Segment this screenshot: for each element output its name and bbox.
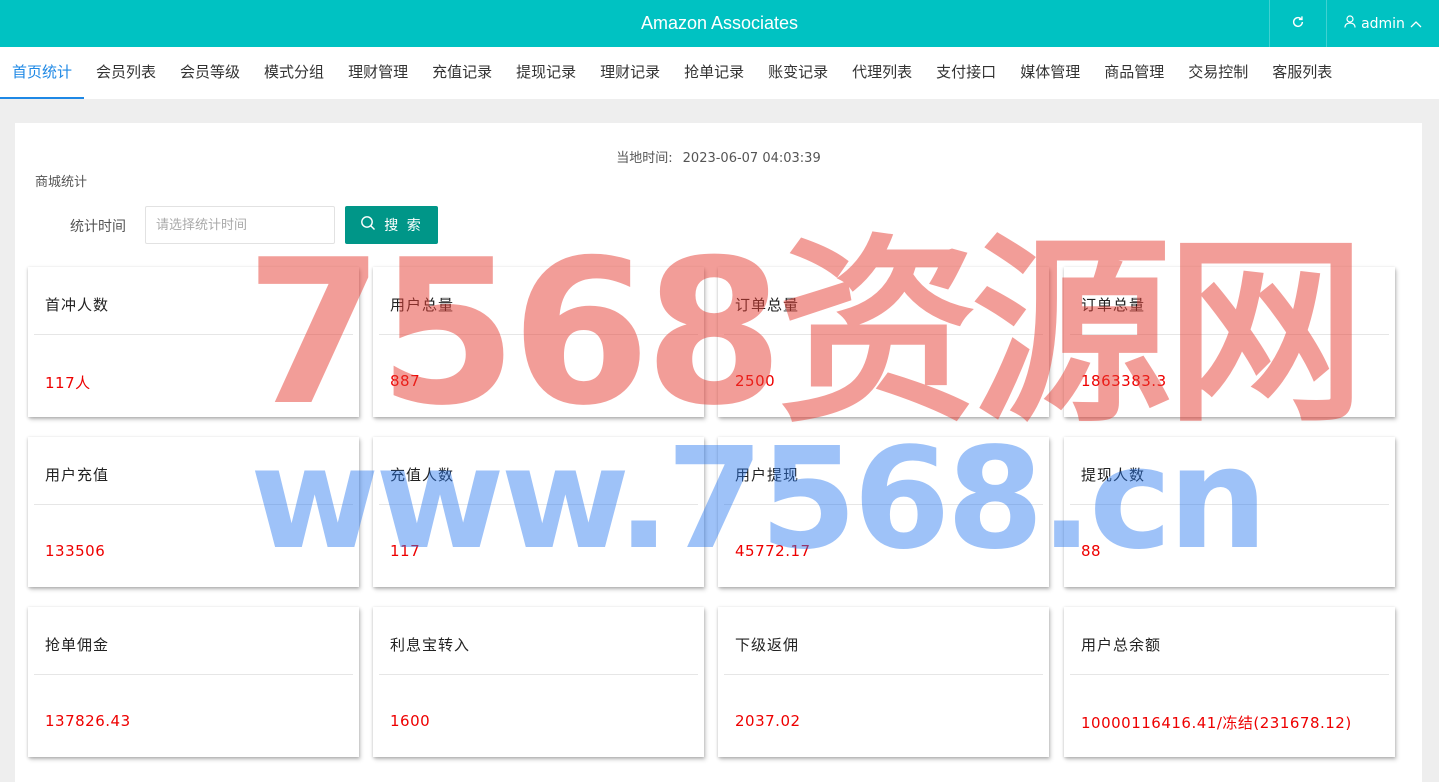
- main-nav: 首页统计 会员列表 会员等级 模式分组 理财管理 充值记录 提现记录 理财记录 抢单记录 账变记录…: [0, 47, 1439, 99]
- filter-label: 统计时间: [70, 219, 126, 235]
- search-icon: [360, 215, 376, 235]
- stat-card-value: 133506: [45, 542, 106, 560]
- nav-tab[interactable]: 会员列表: [84, 47, 168, 99]
- stat-card-divider: [1070, 674, 1389, 675]
- stat-card-value: 1600: [390, 712, 431, 730]
- nav-tab[interactable]: 商品管理: [1092, 47, 1176, 99]
- nav-tab[interactable]: 支付接口: [924, 47, 1008, 99]
- date-range-input[interactable]: [145, 206, 335, 244]
- local-time-value: 2023-06-07 04:03:39: [682, 151, 821, 166]
- stat-card-title: 用户提现: [735, 466, 800, 484]
- stat-card-value: 45772.17: [735, 542, 811, 560]
- stat-card-divider: [379, 504, 698, 505]
- stat-card-divider: [34, 674, 353, 675]
- chevron-up-icon: [1410, 16, 1422, 32]
- stat-card: 订单总量 1863383.3: [1064, 267, 1395, 417]
- nav-tab[interactable]: 理财管理: [336, 47, 420, 99]
- nav-tab[interactable]: 充值记录: [420, 47, 504, 99]
- section-title: 商城统计: [35, 175, 88, 190]
- user-menu[interactable]: admin: [1326, 0, 1439, 47]
- nav-tab[interactable]: 抢单记录: [672, 47, 756, 99]
- stat-card-title: 订单总量: [735, 296, 800, 314]
- stat-card: 用户总量 887: [373, 267, 704, 417]
- nav-tabs: 首页统计 会员列表 会员等级 模式分组 理财管理 充值记录 提现记录 理财记录 抢单记录 账变记录…: [0, 47, 1439, 99]
- nav-tab[interactable]: 媒体管理: [1008, 47, 1092, 99]
- stat-card: 抢单佣金 137826.43: [28, 607, 359, 757]
- stat-card: 订单总量 2500: [718, 267, 1049, 417]
- stat-card-value: 2037.02: [735, 712, 801, 730]
- user-name: admin: [1361, 15, 1405, 32]
- refresh-button[interactable]: [1269, 0, 1326, 47]
- stat-card-divider: [724, 504, 1043, 505]
- stat-card-title: 充值人数: [390, 466, 455, 484]
- user-icon: [1344, 15, 1356, 32]
- stat-card: 利息宝转入 1600: [373, 607, 704, 757]
- local-time-label: 当地时间:: [616, 151, 673, 166]
- stat-card-divider: [379, 674, 698, 675]
- nav-tab[interactable]: 交易控制: [1176, 47, 1260, 99]
- stat-card-divider: [379, 334, 698, 335]
- stat-card-divider: [34, 504, 353, 505]
- nav-tab[interactable]: 客服列表: [1260, 47, 1344, 99]
- top-header: Amazon Associates admin: [0, 0, 1439, 47]
- stat-card: 用户提现 45772.17: [718, 437, 1049, 587]
- local-time: 当地时间: 2023-06-07 04:03:39: [0, 147, 1437, 166]
- search-button[interactable]: 搜 索: [345, 206, 438, 244]
- nav-tab[interactable]: 提现记录: [504, 47, 588, 99]
- stat-card-divider: [1070, 334, 1389, 335]
- stat-card-title: 首冲人数: [45, 296, 110, 314]
- stat-card-title: 用户总量: [390, 296, 455, 314]
- stat-card-title: 订单总量: [1081, 296, 1146, 314]
- stat-card-divider: [34, 334, 353, 335]
- stat-card: 充值人数 117: [373, 437, 704, 587]
- stat-card-divider: [724, 334, 1043, 335]
- stat-card-title: 利息宝转入: [390, 636, 471, 654]
- stat-card-value: 10000116416.41/冻结(231678.12): [1081, 714, 1352, 732]
- search-button-label: 搜 索: [384, 218, 423, 234]
- nav-tab[interactable]: 账变记录: [756, 47, 840, 99]
- stat-card-title: 下级返佣: [735, 636, 800, 654]
- stat-card-value: 1863383.3: [1081, 372, 1167, 390]
- stat-card-value: 117人: [45, 374, 91, 392]
- nav-tab[interactable]: 理财记录: [588, 47, 672, 99]
- stat-card-divider: [724, 674, 1043, 675]
- stat-card-title: 提现人数: [1081, 466, 1146, 484]
- stat-card: 下级返佣 2037.02: [718, 607, 1049, 757]
- nav-tab[interactable]: 代理列表: [840, 47, 924, 99]
- app-title: Amazon Associates: [640, 13, 799, 33]
- stat-card-title: 用户充值: [45, 466, 110, 484]
- stat-card-value: 887: [390, 372, 421, 390]
- stat-card-value: 88: [1081, 542, 1102, 560]
- stat-card-value: 137826.43: [45, 712, 131, 730]
- stat-card-title: 抢单佣金: [45, 636, 110, 654]
- stat-card-value: 117: [390, 542, 421, 560]
- nav-tab[interactable]: 模式分组: [252, 47, 336, 99]
- nav-tab[interactable]: 会员等级: [168, 47, 252, 99]
- stat-card: 首冲人数 117人: [28, 267, 359, 417]
- nav-tab[interactable]: 首页统计: [0, 47, 85, 99]
- stat-card-title: 用户总余额: [1081, 636, 1162, 654]
- stat-card: 用户总余额 10000116416.41/冻结(231678.12): [1064, 607, 1395, 757]
- stat-card: 提现人数 88: [1064, 437, 1395, 587]
- stat-card: 用户充值 133506: [28, 437, 359, 587]
- stat-card-value: 2500: [735, 372, 776, 390]
- stat-card-divider: [1070, 504, 1389, 505]
- refresh-icon: [1291, 14, 1305, 33]
